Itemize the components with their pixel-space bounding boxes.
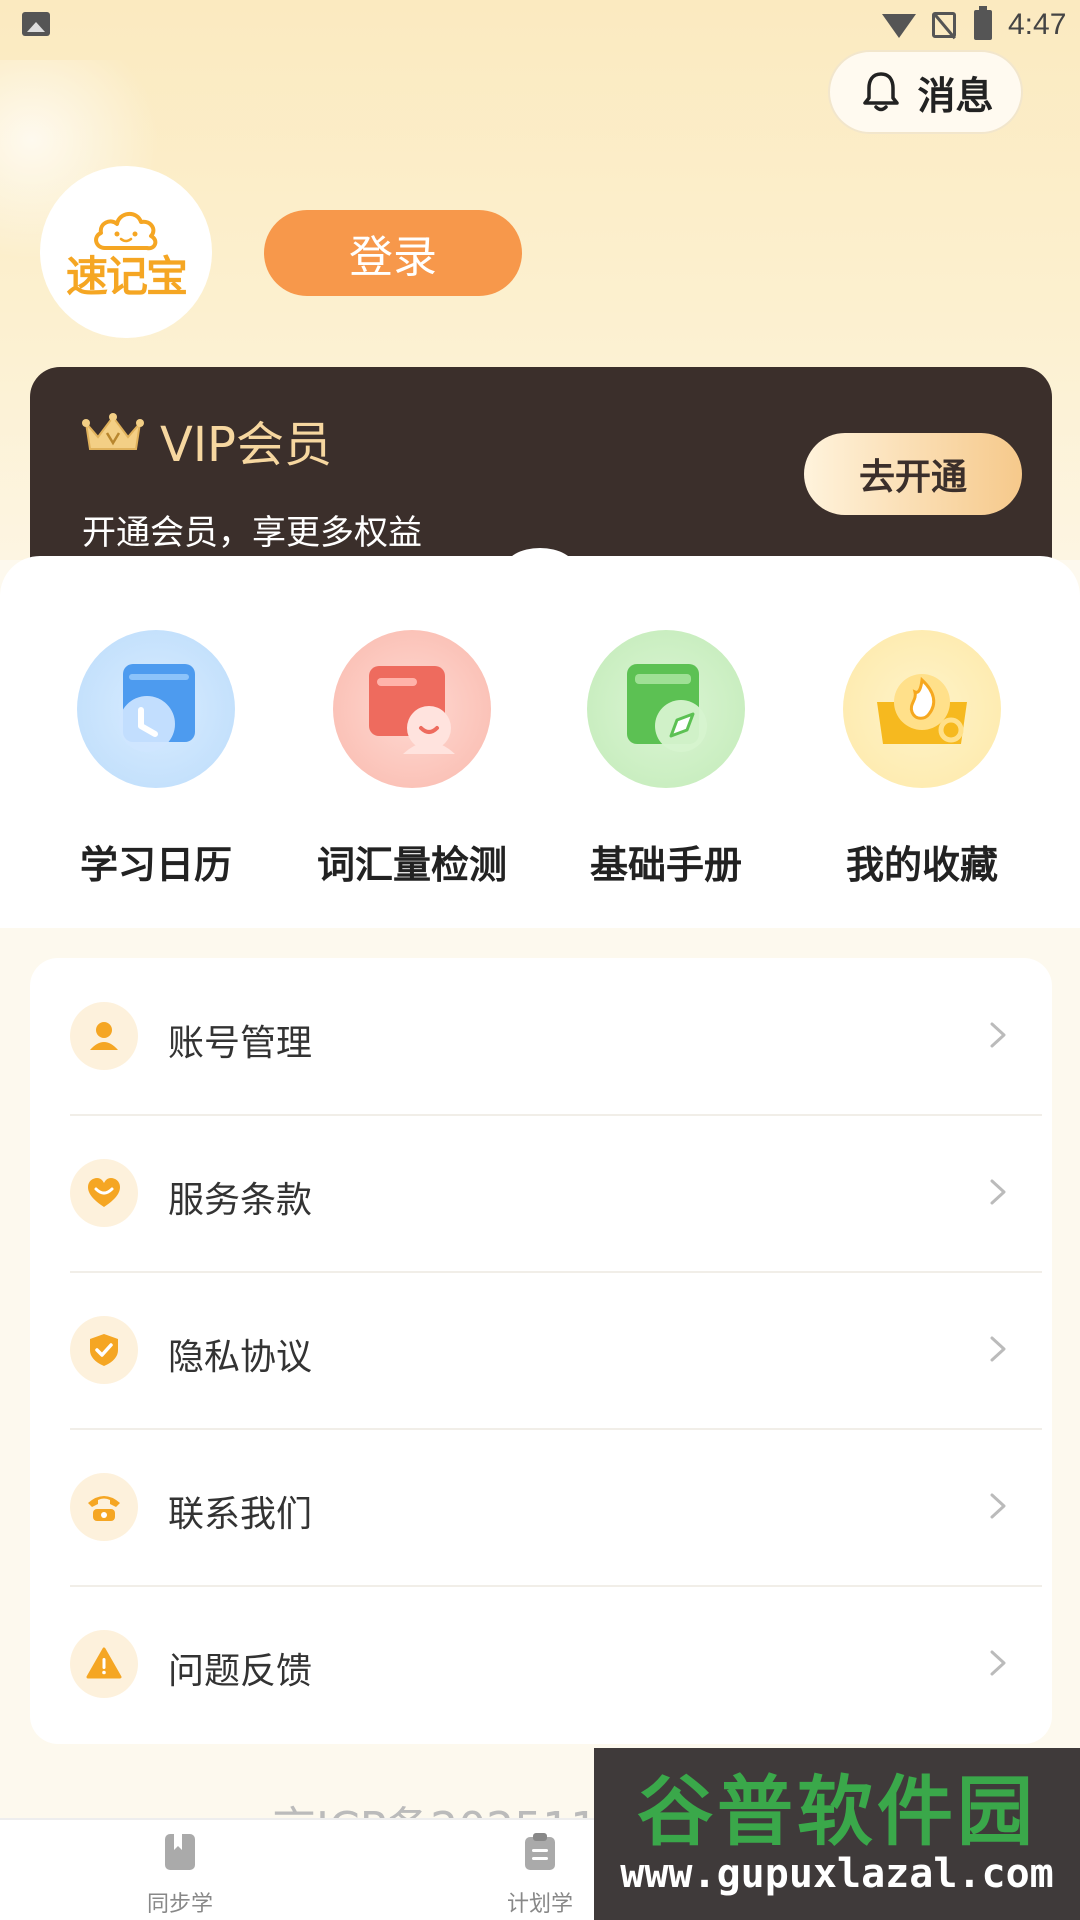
feature-label: 词汇量检测 xyxy=(316,843,507,887)
menu-label: 服务条款 xyxy=(168,1180,313,1221)
clipboard-icon xyxy=(525,1833,555,1870)
crown-icon xyxy=(82,413,144,450)
menu-label: 账号管理 xyxy=(168,1023,313,1064)
chevron-right-icon xyxy=(990,1650,1006,1676)
book-icon xyxy=(165,1834,195,1870)
shield-icon xyxy=(70,1316,138,1384)
feature-label: 我的收藏 xyxy=(845,843,998,887)
tab-label: 同步学 xyxy=(146,1892,213,1917)
bell-icon xyxy=(863,72,900,112)
feature-vocab-test[interactable]: 词汇量检测 xyxy=(302,630,522,889)
chevron-right-icon xyxy=(990,1179,1006,1205)
panel-notch xyxy=(505,548,575,588)
messages-button[interactable]: 消息 xyxy=(828,50,1023,134)
user-icon xyxy=(70,1002,138,1070)
login-button[interactable]: 登录 xyxy=(264,210,522,296)
battery-icon xyxy=(974,6,992,40)
handbook-compass-icon xyxy=(587,630,745,788)
watermark-title: 谷普软件园 xyxy=(637,1767,1037,1857)
vip-title: VIP会员 xyxy=(160,417,332,473)
avatar[interactable]: 速记宝 xyxy=(40,166,212,338)
feature-label: 学习日历 xyxy=(79,843,232,887)
menu-label: 联系我们 xyxy=(168,1494,313,1535)
cloud-logo-icon xyxy=(94,212,158,251)
image-notification-icon xyxy=(22,12,50,36)
chevron-right-icon xyxy=(990,1493,1006,1519)
menu-item-privacy[interactable]: 隐私协议 xyxy=(30,1272,1052,1429)
menu-item-contact[interactable]: 联系我们 xyxy=(30,1429,1052,1586)
heart-icon xyxy=(70,1159,138,1227)
vocab-test-icon xyxy=(333,630,491,788)
menu-item-terms[interactable]: 服务条款 xyxy=(30,1115,1052,1272)
tab-label: 计划学 xyxy=(506,1892,573,1917)
status-time: 4:47 xyxy=(1008,8,1067,41)
favorites-fire-icon xyxy=(843,630,1001,788)
menu-item-account[interactable]: 账号管理 xyxy=(30,958,1052,1115)
tab-sync-study[interactable]: 同步学 xyxy=(120,1832,240,1918)
no-sim-icon xyxy=(932,12,956,38)
menu-item-feedback[interactable]: 问题反馈 xyxy=(30,1586,1052,1743)
menu-label: 隐私协议 xyxy=(168,1337,313,1378)
calendar-clock-icon xyxy=(77,630,235,788)
settings-menu: 账号管理 服务条款 隐私协议 联系我们 问题反馈 xyxy=(30,958,1052,1744)
vip-activate-button[interactable]: 去开通 xyxy=(804,433,1022,515)
app-logo-text: 速记宝 xyxy=(65,252,188,301)
watermark: 谷普软件园 www.gupuxlazal.com xyxy=(594,1748,1080,1920)
feature-basic-handbook[interactable]: 基础手册 xyxy=(556,630,776,889)
chevron-right-icon xyxy=(990,1336,1006,1362)
phone-icon xyxy=(70,1473,138,1541)
watermark-url: www.gupuxlazal.com xyxy=(620,1850,1054,1897)
messages-label: 消息 xyxy=(917,73,994,118)
feature-study-calendar[interactable]: 学习日历 xyxy=(46,630,266,889)
vip-subtitle: 开通会员，享更多权益 xyxy=(82,513,422,553)
chevron-right-icon xyxy=(990,1022,1006,1048)
menu-label: 问题反馈 xyxy=(168,1651,313,1692)
tab-plan-study[interactable]: 计划学 xyxy=(480,1832,600,1918)
status-bar: 4:47 xyxy=(0,0,1080,50)
feature-my-favorites[interactable]: 我的收藏 xyxy=(812,630,1032,889)
warning-icon xyxy=(70,1630,138,1698)
wifi-icon xyxy=(882,14,916,38)
feature-label: 基础手册 xyxy=(589,843,742,887)
